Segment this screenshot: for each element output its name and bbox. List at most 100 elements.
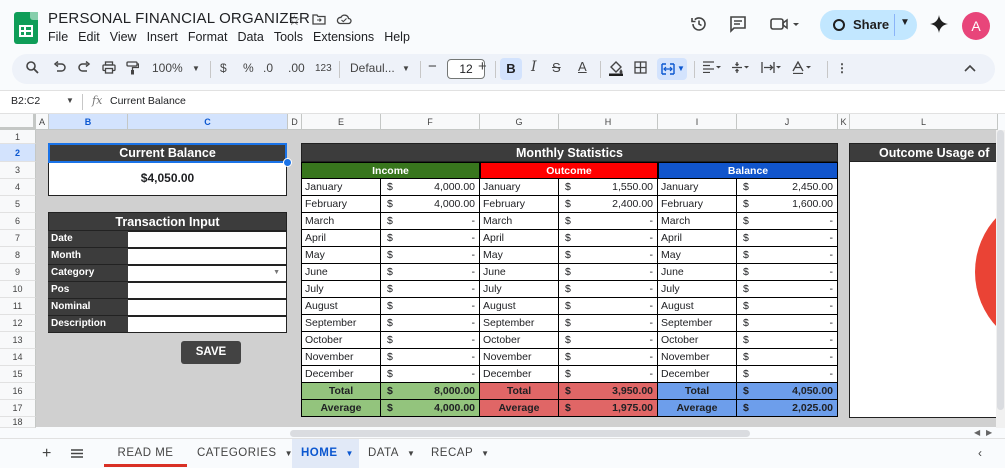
vertical-align-icon[interactable]: [731, 61, 751, 77]
category-dropdown[interactable]: ▼: [128, 265, 287, 282]
month-input[interactable]: [128, 248, 287, 265]
menu-help[interactable]: Help: [384, 30, 410, 44]
balance-month-cell[interactable]: August: [658, 298, 737, 315]
income-value-cell[interactable]: $ -: [381, 213, 480, 230]
outcome-month-cell[interactable]: July: [480, 281, 559, 298]
balance-value-cell[interactable]: $2,450.00: [737, 179, 838, 196]
merge-cells-button[interactable]: ▼: [657, 58, 687, 80]
outcome-value-cell[interactable]: $ -: [559, 264, 658, 281]
balance-value-cell[interactable]: $ -: [737, 315, 838, 332]
outcome-month-cell[interactable]: May: [480, 247, 559, 264]
menu-data[interactable]: Data: [237, 30, 263, 44]
outcome-month-cell[interactable]: February: [480, 196, 559, 213]
outcome-value-cell[interactable]: $1,550.00: [559, 179, 658, 196]
history-icon[interactable]: [690, 15, 708, 38]
income-value-cell[interactable]: $ -: [381, 366, 480, 383]
text-rotation-icon[interactable]: [792, 60, 814, 77]
column-header-c[interactable]: C: [128, 114, 288, 130]
column-header-e[interactable]: E: [302, 114, 381, 130]
menu-view[interactable]: View: [110, 30, 137, 44]
row-header-5[interactable]: 5: [0, 196, 36, 213]
income-month-cell[interactable]: June: [301, 264, 381, 281]
balance-month-cell[interactable]: January: [658, 179, 737, 196]
balance-month-cell[interactable]: October: [658, 332, 737, 349]
bold-button[interactable]: B: [500, 58, 522, 80]
italic-button[interactable]: I: [531, 59, 537, 75]
income-value-cell[interactable]: $ -: [381, 281, 480, 298]
pos-input[interactable]: [128, 282, 287, 299]
balance-month-cell[interactable]: May: [658, 247, 737, 264]
decrease-font-size-icon[interactable]: −: [428, 58, 437, 75]
outcome-value-cell[interactable]: $ -: [559, 349, 658, 366]
balance-month-cell[interactable]: December: [658, 366, 737, 383]
outcome-value-cell[interactable]: $ -: [559, 230, 658, 247]
balance-total-value[interactable]: $4,050.00: [737, 383, 838, 400]
currency-format-button[interactable]: $: [220, 61, 227, 75]
tab-menu-icon[interactable]: ▼: [481, 449, 489, 458]
outcome-header[interactable]: Outcome: [480, 162, 658, 179]
outcome-value-cell[interactable]: $2,400.00: [559, 196, 658, 213]
row-header-13[interactable]: 13: [0, 332, 36, 349]
column-header-l[interactable]: L: [850, 114, 998, 130]
income-value-cell[interactable]: $ -: [381, 298, 480, 315]
income-month-cell[interactable]: April: [301, 230, 381, 247]
monthly-statistics-title[interactable]: Monthly Statistics: [301, 143, 838, 162]
row-header-18[interactable]: 18: [0, 417, 36, 428]
menu-extensions[interactable]: Extensions: [313, 30, 374, 44]
balance-value-cell[interactable]: $1,600.00: [737, 196, 838, 213]
income-value-cell[interactable]: $ -: [381, 230, 480, 247]
meet-video-icon[interactable]: [770, 16, 800, 37]
column-header-f[interactable]: F: [381, 114, 480, 130]
zoom-select[interactable]: 100%: [152, 61, 183, 75]
row-header-14[interactable]: 14: [0, 349, 36, 366]
horizontal-scrollbar[interactable]: [290, 430, 750, 437]
more-options-icon[interactable]: ⋮: [836, 61, 848, 75]
row-header-2[interactable]: 2: [0, 144, 36, 162]
column-header-b[interactable]: B: [49, 114, 128, 130]
horizontal-align-icon[interactable]: [702, 61, 722, 76]
row-header-6[interactable]: 6: [0, 213, 36, 230]
outcome-usage-chart[interactable]: [849, 162, 999, 418]
balance-value-cell[interactable]: $ -: [737, 349, 838, 366]
outcome-month-cell[interactable]: March: [480, 213, 559, 230]
balance-value-cell[interactable]: $ -: [737, 332, 838, 349]
income-month-cell[interactable]: September: [301, 315, 381, 332]
income-month-cell[interactable]: November: [301, 349, 381, 366]
balance-header[interactable]: Balance: [658, 162, 838, 179]
column-header-a[interactable]: A: [36, 114, 49, 130]
account-avatar[interactable]: A: [962, 12, 990, 40]
income-value-cell[interactable]: $ -: [381, 247, 480, 264]
scroll-left-icon[interactable]: ◀: [974, 428, 980, 437]
income-month-cell[interactable]: August: [301, 298, 381, 315]
tab-menu-icon[interactable]: ▼: [346, 449, 354, 458]
row-header-7[interactable]: 7: [0, 230, 36, 247]
income-value-cell[interactable]: $ -: [381, 315, 480, 332]
balance-month-cell[interactable]: June: [658, 264, 737, 281]
outcome-average-value[interactable]: $1,975.00: [559, 400, 658, 417]
outcome-month-cell[interactable]: September: [480, 315, 559, 332]
save-button[interactable]: SAVE: [181, 341, 241, 364]
balance-month-cell[interactable]: February: [658, 196, 737, 213]
menu-file[interactable]: File: [48, 30, 68, 44]
income-month-cell[interactable]: May: [301, 247, 381, 264]
add-sheet-icon[interactable]: +: [42, 439, 52, 468]
row-header-12[interactable]: 12: [0, 315, 36, 332]
menu-tools[interactable]: Tools: [274, 30, 303, 44]
zoom-dropdown-icon[interactable]: ▼: [192, 64, 200, 73]
outcome-total-value[interactable]: $3,950.00: [559, 383, 658, 400]
sheets-logo[interactable]: [14, 12, 38, 44]
income-month-cell[interactable]: July: [301, 281, 381, 298]
income-total-label[interactable]: Total: [301, 383, 381, 400]
text-color-button[interactable]: A: [578, 59, 587, 74]
balance-value-cell[interactable]: $ -: [737, 264, 838, 281]
balance-month-cell[interactable]: July: [658, 281, 737, 298]
menu-format[interactable]: Format: [188, 30, 228, 44]
income-header[interactable]: Income: [301, 162, 480, 179]
tab-home[interactable]: HOME ▼: [292, 439, 359, 468]
outcome-month-cell[interactable]: April: [480, 230, 559, 247]
more-formats-button[interactable]: 123: [315, 63, 332, 74]
tab-data[interactable]: DATA ▼: [368, 439, 423, 468]
strikethrough-button[interactable]: S: [552, 60, 561, 75]
transaction-input-title[interactable]: Transaction Input: [48, 212, 287, 231]
formula-input[interactable]: Current Balance: [110, 95, 186, 107]
